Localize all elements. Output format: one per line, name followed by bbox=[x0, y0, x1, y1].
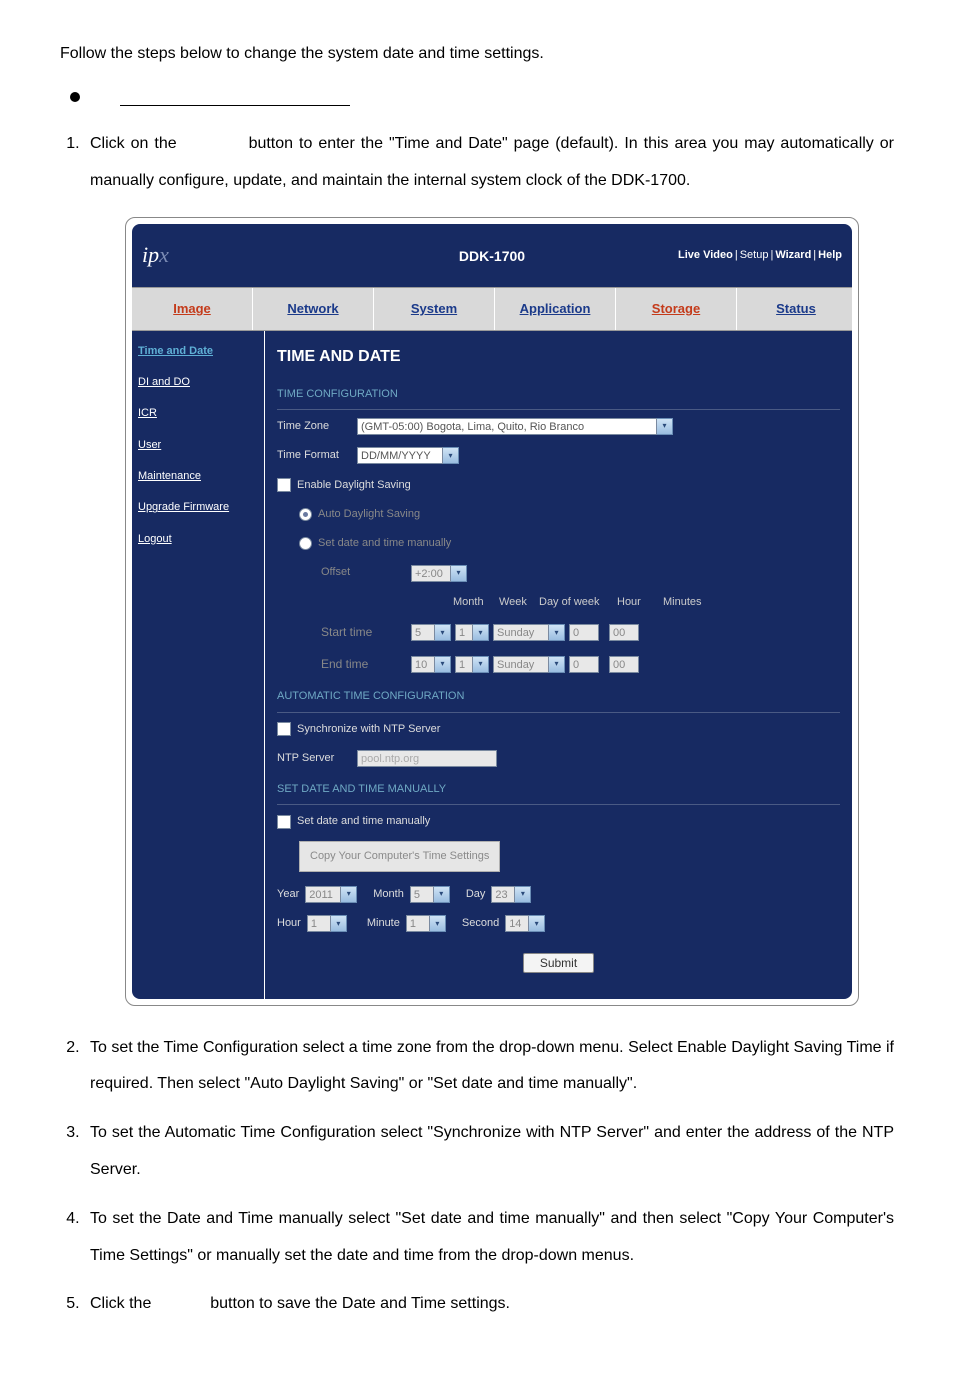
bullet-underline bbox=[120, 89, 350, 106]
select-minute[interactable]: 1▾ bbox=[406, 915, 446, 932]
brand-logo: ipx bbox=[142, 230, 169, 281]
radio-manual-dst[interactable] bbox=[299, 537, 312, 550]
row-end-time: End time 10▾ 1▾ Sunday▾ 0 00 bbox=[277, 651, 840, 679]
step1-part-b: button to enter the "Time and Date" page… bbox=[90, 135, 894, 189]
label-time-zone: Time Zone bbox=[277, 414, 357, 439]
checkbox-enable-dst[interactable] bbox=[277, 478, 291, 492]
select-start-week[interactable]: 1▾ bbox=[455, 624, 489, 641]
select-day[interactable]: 23▾ bbox=[491, 886, 531, 903]
radio-auto-dst[interactable] bbox=[299, 508, 312, 521]
chevron-down-icon: ▾ bbox=[451, 565, 467, 582]
page-title: TIME AND DATE bbox=[277, 339, 840, 376]
chevron-down-icon: ▾ bbox=[443, 447, 459, 464]
sidebar-time-and-date[interactable]: Time and Date bbox=[138, 339, 258, 364]
select-hour[interactable]: 1▾ bbox=[307, 915, 347, 932]
select-second[interactable]: 14▾ bbox=[505, 915, 545, 932]
label-day: Day bbox=[466, 882, 486, 907]
tab-image[interactable]: Image bbox=[132, 288, 253, 330]
time-format-value: DD/MM/YYYY bbox=[357, 447, 443, 464]
step1-part-a: Click on the bbox=[90, 135, 183, 152]
step5-part-a: Click the bbox=[90, 1295, 156, 1312]
select-time-zone[interactable]: (GMT-05:00) Bogota, Lima, Quito, Rio Bra… bbox=[357, 418, 673, 435]
link-live-video[interactable]: Live Video bbox=[678, 249, 733, 261]
tab-application[interactable]: Application bbox=[495, 288, 616, 330]
chevron-down-icon: ▾ bbox=[657, 418, 673, 435]
tab-status[interactable]: Status bbox=[737, 288, 852, 330]
label-manual-dst: Set date and time manually bbox=[318, 531, 451, 556]
button-copy-computer-time[interactable]: Copy Your Computer's Time Settings bbox=[299, 841, 500, 872]
model-title: DDK-1700 bbox=[459, 240, 525, 272]
step-5: Click the button to save the Date and Ti… bbox=[84, 1286, 894, 1323]
section-manual-time: SET DATE AND TIME MANUALLY bbox=[277, 775, 840, 805]
dst-columns: Month Week Day of week Hour Minutes bbox=[277, 590, 840, 615]
bullet-placeholder bbox=[70, 89, 894, 106]
label-enable-dst: Enable Daylight Saving bbox=[297, 473, 411, 498]
offset-value: +2:00 bbox=[411, 565, 451, 582]
select-year[interactable]: 2011▾ bbox=[305, 886, 357, 903]
tab-storage[interactable]: Storage bbox=[616, 288, 737, 330]
content-pane: TIME AND DATE TIME CONFIGURATION Time Zo… bbox=[265, 331, 852, 999]
step5-part-b: button to save the Date and Time setting… bbox=[210, 1295, 510, 1312]
step-2: To set the Time Configuration select a t… bbox=[84, 1030, 894, 1104]
label-second: Second bbox=[462, 911, 499, 936]
time-zone-value: (GMT-05:00) Bogota, Lima, Quito, Rio Bra… bbox=[357, 418, 657, 435]
input-end-min[interactable]: 00 bbox=[609, 656, 639, 673]
bullet-dot bbox=[70, 92, 80, 102]
label-ntp-server: NTP Server bbox=[277, 746, 357, 771]
input-ntp-server[interactable]: pool.ntp.org bbox=[357, 750, 497, 767]
ui-header: ipx DDK-1700 Live Video|Setup|Wizard|Hel… bbox=[132, 224, 852, 287]
sidebar: Time and Date DI and DO ICR User Mainten… bbox=[132, 331, 265, 999]
section-auto-time: AUTOMATIC TIME CONFIGURATION bbox=[277, 682, 840, 712]
select-start-dow[interactable]: Sunday▾ bbox=[493, 624, 565, 641]
select-end-dow[interactable]: Sunday▾ bbox=[493, 656, 565, 673]
input-start-min[interactable]: 00 bbox=[609, 624, 639, 641]
label-start-time: Start time bbox=[277, 619, 411, 647]
label-auto-dst: Auto Daylight Saving bbox=[318, 502, 420, 527]
row-start-time: Start time 5▾ 1▾ Sunday▾ 0 00 bbox=[277, 619, 840, 647]
label-month: Month bbox=[373, 882, 404, 907]
section-time-config: TIME CONFIGURATION bbox=[277, 380, 840, 410]
checkbox-sync-ntp[interactable] bbox=[277, 722, 291, 736]
input-end-hour[interactable]: 0 bbox=[569, 656, 599, 673]
router-ui-screenshot: ipx DDK-1700 Live Video|Setup|Wizard|Hel… bbox=[125, 217, 859, 1005]
sidebar-maintenance[interactable]: Maintenance bbox=[138, 464, 258, 489]
label-year: Year bbox=[277, 882, 299, 907]
step-1: Click on the button to enter the "Time a… bbox=[84, 126, 894, 1006]
sidebar-logout[interactable]: Logout bbox=[138, 527, 258, 552]
link-wizard[interactable]: Wizard bbox=[775, 249, 811, 261]
checkbox-set-manual[interactable] bbox=[277, 815, 291, 829]
label-offset: Offset bbox=[321, 560, 411, 585]
main-tabs: Image Network System Application Storage… bbox=[132, 287, 852, 331]
label-hour: Hour bbox=[277, 911, 301, 936]
top-links: Live Video|Setup|Wizard|Help bbox=[678, 243, 842, 268]
step-3: To set the Automatic Time Configuration … bbox=[84, 1115, 894, 1189]
label-set-manual: Set date and time manually bbox=[297, 809, 430, 834]
label-time-format: Time Format bbox=[277, 443, 357, 468]
tab-system[interactable]: System bbox=[374, 288, 495, 330]
label-minute: Minute bbox=[367, 911, 400, 936]
link-help[interactable]: Help bbox=[818, 249, 842, 261]
tab-network[interactable]: Network bbox=[253, 288, 374, 330]
select-end-week[interactable]: 1▾ bbox=[455, 656, 489, 673]
sidebar-di-do[interactable]: DI and DO bbox=[138, 370, 258, 395]
sidebar-upgrade[interactable]: Upgrade Firmware bbox=[138, 495, 258, 520]
link-setup[interactable]: Setup bbox=[740, 249, 769, 261]
select-end-month[interactable]: 10▾ bbox=[411, 656, 451, 673]
step-4: To set the Date and Time manually select… bbox=[84, 1201, 894, 1275]
submit-button[interactable]: Submit bbox=[523, 953, 594, 973]
select-time-format[interactable]: DD/MM/YYYY▾ bbox=[357, 447, 459, 464]
sidebar-user[interactable]: User bbox=[138, 433, 258, 458]
select-offset[interactable]: +2:00▾ bbox=[411, 565, 467, 582]
label-end-time: End time bbox=[277, 651, 411, 679]
intro-text: Follow the steps below to change the sys… bbox=[60, 40, 894, 69]
select-start-month[interactable]: 5▾ bbox=[411, 624, 451, 641]
input-start-hour[interactable]: 0 bbox=[569, 624, 599, 641]
sidebar-icr[interactable]: ICR bbox=[138, 401, 258, 426]
select-month[interactable]: 5▾ bbox=[410, 886, 450, 903]
label-sync-ntp: Synchronize with NTP Server bbox=[297, 717, 440, 742]
steps-list: Click on the button to enter the "Time a… bbox=[60, 126, 894, 1323]
